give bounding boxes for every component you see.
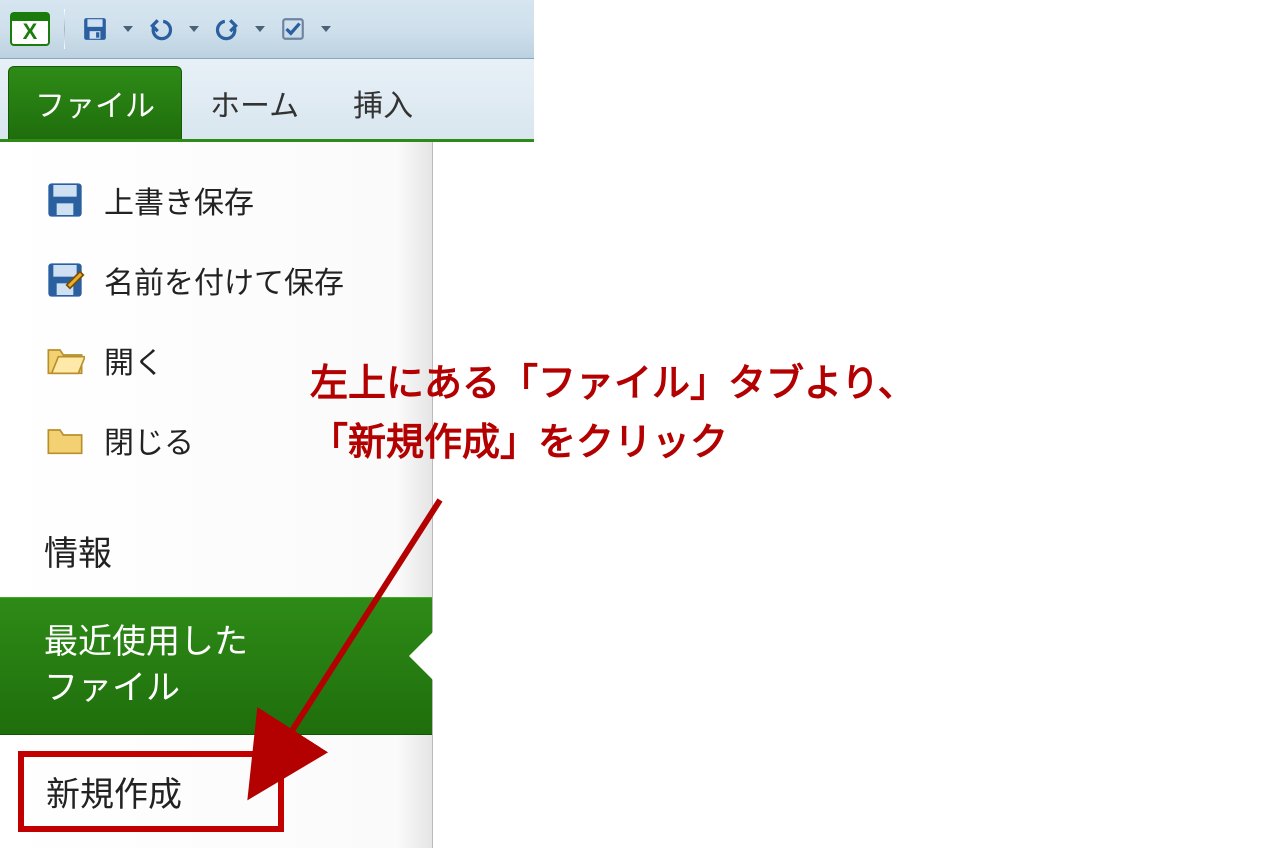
- menu-item-save-as-label: 名前を付けて保存: [104, 258, 344, 302]
- annotation-arrow-icon: [240, 490, 470, 790]
- annotation-line2: 「新規作成」をクリック: [310, 422, 728, 464]
- tab-insert-label: 挿入: [353, 81, 413, 125]
- save-dropdown-icon[interactable]: [121, 9, 135, 49]
- qat-customize-dropdown-icon[interactable]: [319, 9, 333, 49]
- excel-app-icon: X: [6, 5, 54, 53]
- undo-dropdown-icon[interactable]: [187, 9, 201, 49]
- menu-item-open-label: 開く: [104, 338, 164, 382]
- tab-insert[interactable]: 挿入: [327, 67, 439, 139]
- tab-home[interactable]: ホーム: [184, 67, 325, 139]
- annotation-line1: 左上にある「ファイル」タブより、: [310, 363, 916, 405]
- menu-item-recent-line1: 最近使用した: [44, 623, 248, 661]
- qat-separator: [64, 9, 65, 49]
- menu-item-new-label: 新規作成: [46, 776, 182, 814]
- save-icon[interactable]: [75, 9, 115, 49]
- quick-access-toolbar: X: [0, 0, 534, 59]
- menu-item-save[interactable]: 上書き保存: [0, 160, 432, 240]
- save-as-icon: [44, 259, 86, 301]
- tab-file[interactable]: ファイル: [8, 66, 182, 139]
- menu-item-save-label: 上書き保存: [104, 178, 254, 222]
- folder-open-icon: [44, 339, 86, 381]
- ribbon-tab-strip: ファイル ホーム 挿入: [0, 59, 534, 142]
- instruction-annotation: 左上にある「ファイル」タブより、 「新規作成」をクリック: [310, 355, 916, 473]
- folder-close-icon: [44, 419, 86, 461]
- check-icon[interactable]: [273, 9, 313, 49]
- menu-item-info-label: 情報: [44, 535, 112, 573]
- tab-home-label: ホーム: [210, 81, 299, 125]
- menu-item-save-as[interactable]: 名前を付けて保存: [0, 240, 432, 320]
- redo-icon[interactable]: [207, 9, 247, 49]
- menu-item-recent-line2: ファイル: [44, 669, 180, 707]
- menu-item-close-label: 閉じる: [104, 418, 194, 462]
- undo-icon[interactable]: [141, 9, 181, 49]
- save-disk-icon: [44, 179, 86, 221]
- tab-file-label: ファイル: [35, 81, 155, 125]
- redo-dropdown-icon[interactable]: [253, 9, 267, 49]
- svg-text:X: X: [23, 19, 38, 44]
